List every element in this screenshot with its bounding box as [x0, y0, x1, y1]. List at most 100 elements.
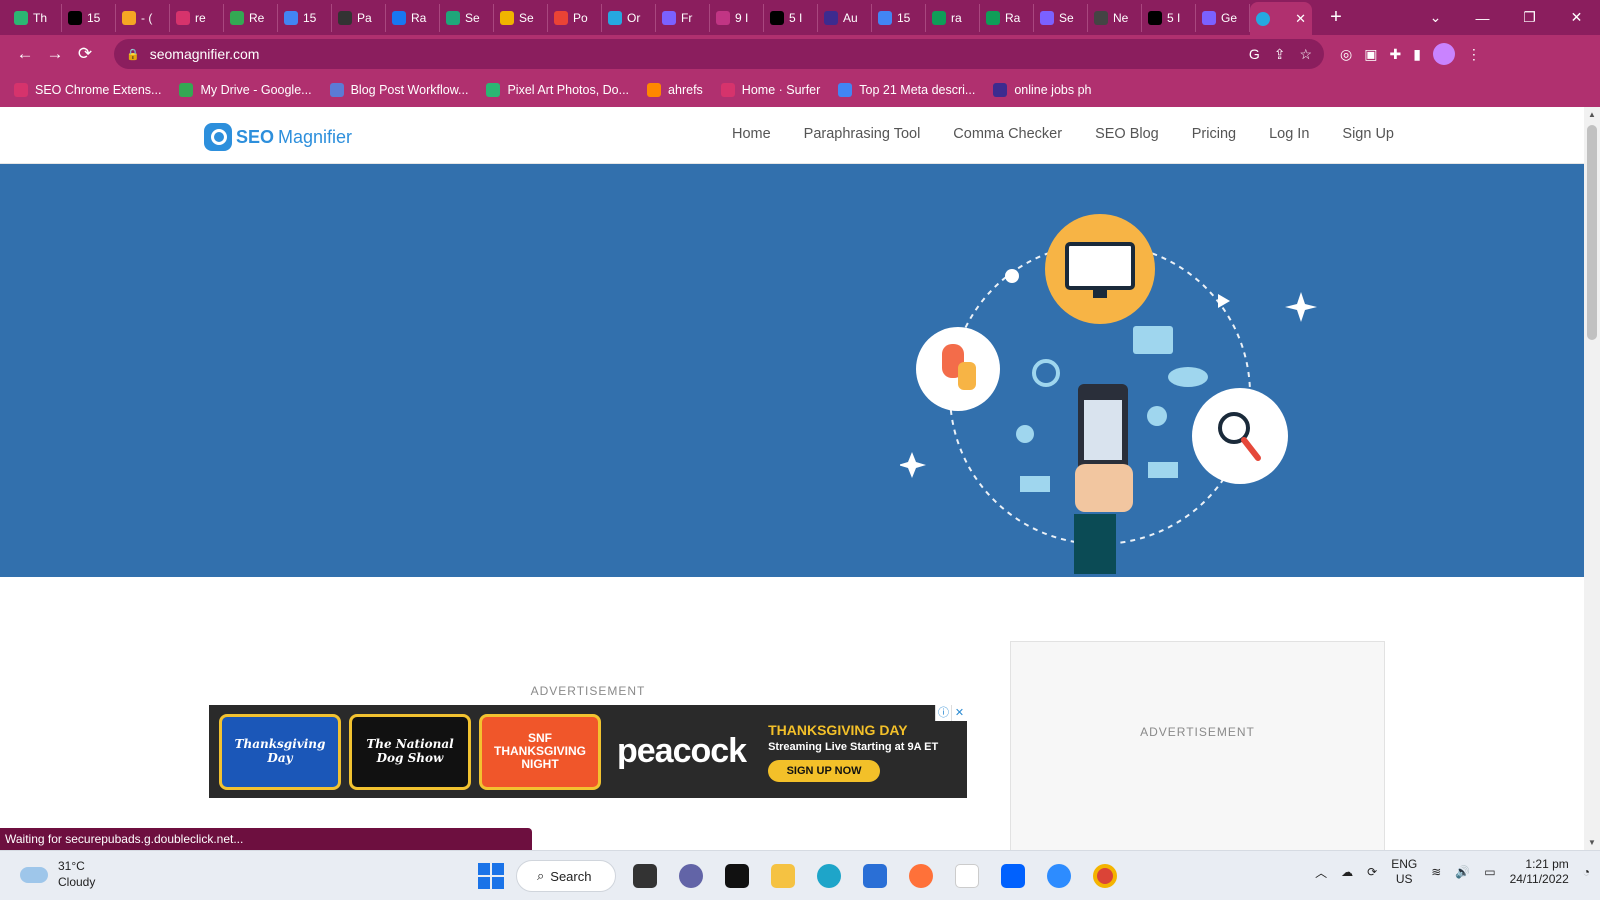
notification-bell-icon[interactable]: ◔	[1583, 865, 1590, 879]
scroll-up-icon[interactable]: ▲	[1584, 110, 1600, 119]
minimize-button[interactable]: —	[1459, 10, 1506, 26]
nav-comma-checker[interactable]: Comma Checker	[953, 126, 1062, 142]
forward-button[interactable]: →	[40, 44, 70, 64]
nav-paraphrasing-tool[interactable]: Paraphrasing Tool	[804, 126, 921, 142]
nav-sign-up[interactable]: Sign Up	[1342, 126, 1394, 142]
bookmark-item[interactable]: My Drive - Google...	[179, 83, 312, 97]
ad-info-icon[interactable]: ⓘ	[935, 705, 951, 721]
edge-icon[interactable]	[812, 859, 846, 893]
bookmark-item[interactable]: ahrefs	[647, 83, 703, 97]
seo-extension-icon[interactable]: ▣	[1364, 46, 1377, 63]
browser-tab[interactable]: Ra	[386, 3, 440, 32]
browser-tab[interactable]: Th	[8, 3, 62, 32]
address-bar[interactable]: 🔒 seomagnifier.com G ⇪ ☆	[114, 39, 1324, 69]
ad-tile-thanksgiving[interactable]: Thanksgiving Day	[219, 713, 341, 790]
volume-icon[interactable]: 🔊	[1455, 865, 1470, 879]
bookmark-item[interactable]: Home · Surfer	[720, 83, 820, 97]
onedrive-cloud-icon[interactable]: ☁	[1341, 865, 1353, 879]
battery-icon[interactable]: ▭	[1484, 865, 1495, 879]
browser-tab[interactable]: Ra	[980, 3, 1034, 32]
browser-tab[interactable]: Se	[440, 3, 494, 32]
browser-tab[interactable]: 5 I	[764, 3, 818, 32]
restore-button[interactable]: ❐	[1506, 9, 1553, 26]
google-lens-icon[interactable]: G	[1249, 46, 1260, 63]
chrome-icon[interactable]	[1088, 859, 1122, 893]
chevron-up-icon[interactable]: ︿	[1315, 864, 1327, 881]
browser-tab[interactable]: 15	[872, 3, 926, 32]
bookmark-item[interactable]: Blog Post Workflow...	[329, 83, 468, 97]
browser-tab[interactable]: 5 I	[1142, 3, 1196, 32]
taskbar-search[interactable]: ⌕ Search	[516, 860, 616, 892]
browser-tab[interactable]: Po	[548, 3, 602, 32]
file-explorer-icon[interactable]	[766, 859, 800, 893]
extensions-puzzle-icon[interactable]: ✚	[1389, 46, 1401, 63]
browser-tab[interactable]: Se	[494, 3, 548, 32]
new-tab-button[interactable]: +	[1324, 6, 1348, 29]
bookmark-item[interactable]: online jobs ph	[993, 83, 1091, 97]
ad-tile-dog-show[interactable]: The National Dog Show	[349, 713, 471, 790]
page-scrollbar[interactable]: ▲ ▼	[1584, 107, 1600, 850]
task-view-icon[interactable]	[628, 859, 662, 893]
phone-screen	[1084, 400, 1122, 460]
browser-tab[interactable]: Se	[1034, 3, 1088, 32]
scroll-thumb[interactable]	[1587, 125, 1597, 340]
amazon-icon[interactable]	[950, 859, 984, 893]
bookmark-favicon-icon	[647, 83, 662, 97]
browser-tab[interactable]: 15	[278, 3, 332, 32]
zoom-icon[interactable]	[1042, 859, 1076, 893]
bookmark-item[interactable]: SEO Chrome Extens...	[14, 83, 161, 97]
browser-tab-active[interactable]: ✕	[1250, 2, 1312, 35]
menu-kebab-icon[interactable]: ⋮	[1467, 46, 1481, 63]
browser-tab[interactable]: 9 I	[710, 3, 764, 32]
ad-brand[interactable]: peacock	[617, 732, 747, 771]
close-tab-icon[interactable]: ✕	[1295, 11, 1306, 27]
bookmark-item[interactable]: Top 21 Meta descri...	[838, 83, 975, 97]
firefox-icon[interactable]	[904, 859, 938, 893]
nav-seo-blog[interactable]: SEO Blog	[1095, 126, 1159, 142]
netflix-icon[interactable]	[720, 859, 754, 893]
browser-tab[interactable]: - (	[116, 3, 170, 32]
bookmark-item[interactable]: Pixel Art Photos, Do...	[486, 83, 629, 97]
browser-tab[interactable]: Pa	[332, 3, 386, 32]
grammarly-extension-icon[interactable]: ◎	[1340, 46, 1352, 63]
nav-home[interactable]: Home	[732, 126, 771, 142]
browser-tab[interactable]: 15	[62, 3, 116, 32]
weather-widget[interactable]: 31°C Cloudy	[20, 859, 95, 890]
lock-icon[interactable]: 🔒	[126, 48, 140, 61]
profile-avatar[interactable]	[1432, 43, 1455, 65]
ad-tile-snf[interactable]: SNF THANKSGIVING NIGHT	[479, 713, 601, 790]
scroll-down-icon[interactable]: ▼	[1584, 838, 1600, 847]
reload-button[interactable]: ⟳	[70, 44, 100, 64]
wifi-icon[interactable]: ≋	[1431, 865, 1441, 879]
microsoft-store-icon[interactable]	[858, 859, 892, 893]
teams-chat-icon[interactable]	[674, 859, 708, 893]
browser-tab[interactable]: Or	[602, 3, 656, 32]
tab-favicon-icon	[878, 10, 892, 25]
ad-banner[interactable]: Thanksgiving Day The National Dog Show S…	[209, 705, 967, 798]
language-indicator[interactable]: ENG US	[1391, 857, 1417, 887]
browser-tab[interactable]: Re	[224, 3, 278, 32]
site-logo[interactable]: SEO Magnifier	[204, 123, 352, 151]
url-text[interactable]: seomagnifier.com	[150, 46, 260, 62]
nav-pricing[interactable]: Pricing	[1192, 126, 1236, 142]
browser-tab[interactable]: re	[170, 3, 224, 32]
browser-tab[interactable]: Ge	[1196, 3, 1250, 32]
nav-log-in[interactable]: Log In	[1269, 126, 1309, 142]
windows-start-icon[interactable]	[478, 863, 504, 889]
browser-tab[interactable]: ra	[926, 3, 980, 32]
close-window-button[interactable]: ✕	[1553, 9, 1600, 26]
side-panel-icon[interactable]: ▮	[1413, 46, 1421, 63]
browser-tab[interactable]: Fr	[656, 3, 710, 32]
dropbox-icon[interactable]	[996, 859, 1030, 893]
clock[interactable]: 1:21 pm 24/11/2022	[1510, 857, 1569, 887]
back-button[interactable]: ←	[10, 44, 40, 64]
browser-tab[interactable]: Au	[818, 3, 872, 32]
sync-icon[interactable]: ⟳	[1367, 865, 1377, 879]
ad-cta-button[interactable]: SIGN UP NOW	[768, 759, 881, 782]
share-icon[interactable]: ⇪	[1274, 46, 1286, 63]
bookmark-star-icon[interactable]: ☆	[1299, 46, 1312, 63]
ad-close-icon[interactable]: ✕	[951, 705, 967, 721]
tab-search-button[interactable]: ⌄	[1412, 9, 1459, 26]
tab-title: re	[195, 10, 206, 25]
browser-tab[interactable]: Ne	[1088, 3, 1142, 32]
